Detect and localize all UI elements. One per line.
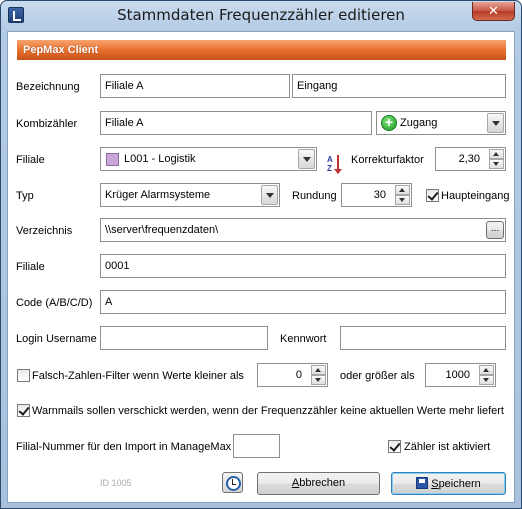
rundung-value: 30	[373, 189, 386, 201]
aktiviert-label: Zähler ist aktiviert	[404, 441, 491, 453]
color-swatch-icon	[106, 153, 119, 166]
warnmails-label: Warnmails sollen verschickt werden, wenn…	[32, 405, 504, 417]
falsch-filter-checkbox[interactable]	[17, 369, 30, 382]
falsch-filter-label: Falsch-Zahlen-Filter wenn Werte kleiner …	[32, 370, 244, 382]
rundung-input[interactable]: 30	[341, 183, 412, 207]
korrekturfaktor-spinner[interactable]	[489, 149, 504, 169]
chevron-down-icon[interactable]	[487, 113, 504, 133]
chevron-down-icon[interactable]	[298, 149, 315, 169]
verzeichnis-value: \\server\frequenzdaten\	[105, 224, 219, 236]
spin-up-icon[interactable]	[479, 365, 494, 375]
verzeichnis-input[interactable]: \\server\frequenzdaten\	[100, 218, 506, 242]
kennwort-label: Kennwort	[280, 333, 327, 345]
aktiviert-checkbox[interactable]	[388, 440, 401, 453]
filter-min-input[interactable]: 0	[257, 363, 328, 387]
window-title: Stammdaten Frequenzzähler editieren	[117, 6, 405, 24]
code-label: Code (A/B/C/D)	[16, 297, 93, 309]
close-button[interactable]: ✕	[472, 2, 515, 21]
sort-az-icon[interactable]: A Z	[327, 155, 345, 175]
chevron-down-icon[interactable]	[261, 185, 278, 205]
bezeichnung-label: Bezeichnung	[16, 81, 80, 93]
filter-max-input[interactable]: 1000	[425, 363, 496, 387]
haupteingang-checkbox[interactable]	[426, 189, 439, 202]
spin-up-icon[interactable]	[395, 185, 410, 195]
rundung-label: Rundung	[292, 190, 337, 202]
save-mnemonic: S	[431, 478, 439, 490]
zugang-value: Zugang	[400, 117, 438, 129]
bezeichnung-suffix-input[interactable]: Eingang	[292, 74, 506, 98]
cancel-button[interactable]: Abbrechen	[257, 472, 380, 495]
browse-button[interactable]: ...	[486, 221, 504, 239]
typ-value: Krüger Alarmsysteme	[105, 189, 211, 201]
filiale-label: Filiale	[16, 154, 45, 166]
kennwort-input[interactable]	[340, 326, 506, 350]
spin-up-icon[interactable]	[489, 149, 504, 159]
login-input[interactable]	[100, 326, 268, 350]
filiale-nr-input[interactable]: 0001	[100, 254, 506, 278]
korrekturfaktor-value: 2,30	[458, 153, 480, 165]
spin-down-icon[interactable]	[479, 375, 494, 385]
spin-up-icon[interactable]	[311, 365, 326, 375]
korrekturfaktor-input[interactable]: 2,30	[435, 147, 506, 171]
filter-min-spinner[interactable]	[311, 365, 326, 385]
import-nr-input[interactable]	[233, 434, 280, 458]
banner: PepMax Client	[17, 40, 506, 60]
warnmails-checkbox[interactable]	[17, 404, 30, 417]
filiale-nr-label: Filiale	[16, 261, 45, 273]
login-label: Login Username	[16, 333, 97, 345]
clock-icon[interactable]	[222, 472, 243, 493]
kombizaehler-input[interactable]: Filiale A	[100, 111, 372, 135]
import-nr-label: Filial-Nummer für den Import in ManageMa…	[16, 441, 232, 453]
haupteingang-label: Haupteingang	[441, 190, 510, 202]
floppy-disk-icon	[416, 477, 429, 489]
spin-down-icon[interactable]	[395, 195, 410, 205]
filiale-select-value: L001 - Logistik	[124, 153, 196, 165]
korrekturfaktor-label: Korrekturfaktor	[351, 154, 424, 166]
filiale-select[interactable]: L001 - Logistik	[100, 147, 317, 171]
rundung-spinner[interactable]	[395, 185, 410, 205]
save-label: peichern	[438, 478, 481, 490]
plus-circle-icon: +	[381, 115, 397, 131]
code-input[interactable]: A	[100, 290, 506, 314]
spin-down-icon[interactable]	[489, 159, 504, 169]
verzeichnis-label: Verzeichnis	[16, 225, 73, 237]
filter-max-spinner[interactable]	[479, 365, 494, 385]
typ-label: Typ	[16, 190, 34, 202]
typ-select[interactable]: Krüger Alarmsysteme	[100, 183, 280, 207]
bezeichnung-input[interactable]: Filiale A	[100, 74, 290, 98]
title-bar[interactable]: Stammdaten Frequenzzähler editieren ✕	[1, 1, 521, 30]
filter-max-value: 1000	[445, 369, 470, 381]
dialog-window: Stammdaten Frequenzzähler editieren ✕ Pe…	[0, 0, 522, 509]
zugang-select[interactable]: + Zugang	[376, 111, 506, 135]
kombizaehler-label: Kombizähler	[16, 118, 78, 130]
groesser-label: oder größer als	[340, 370, 415, 382]
dialog-body: PepMax Client Bezeichnung Filiale A Eing…	[7, 31, 515, 503]
spin-down-icon[interactable]	[311, 375, 326, 385]
record-id: ID 1005	[100, 478, 132, 488]
cancel-label: bbrechen	[299, 477, 346, 489]
filter-min-value: 0	[295, 369, 302, 381]
save-button[interactable]: Speichern	[391, 472, 506, 495]
